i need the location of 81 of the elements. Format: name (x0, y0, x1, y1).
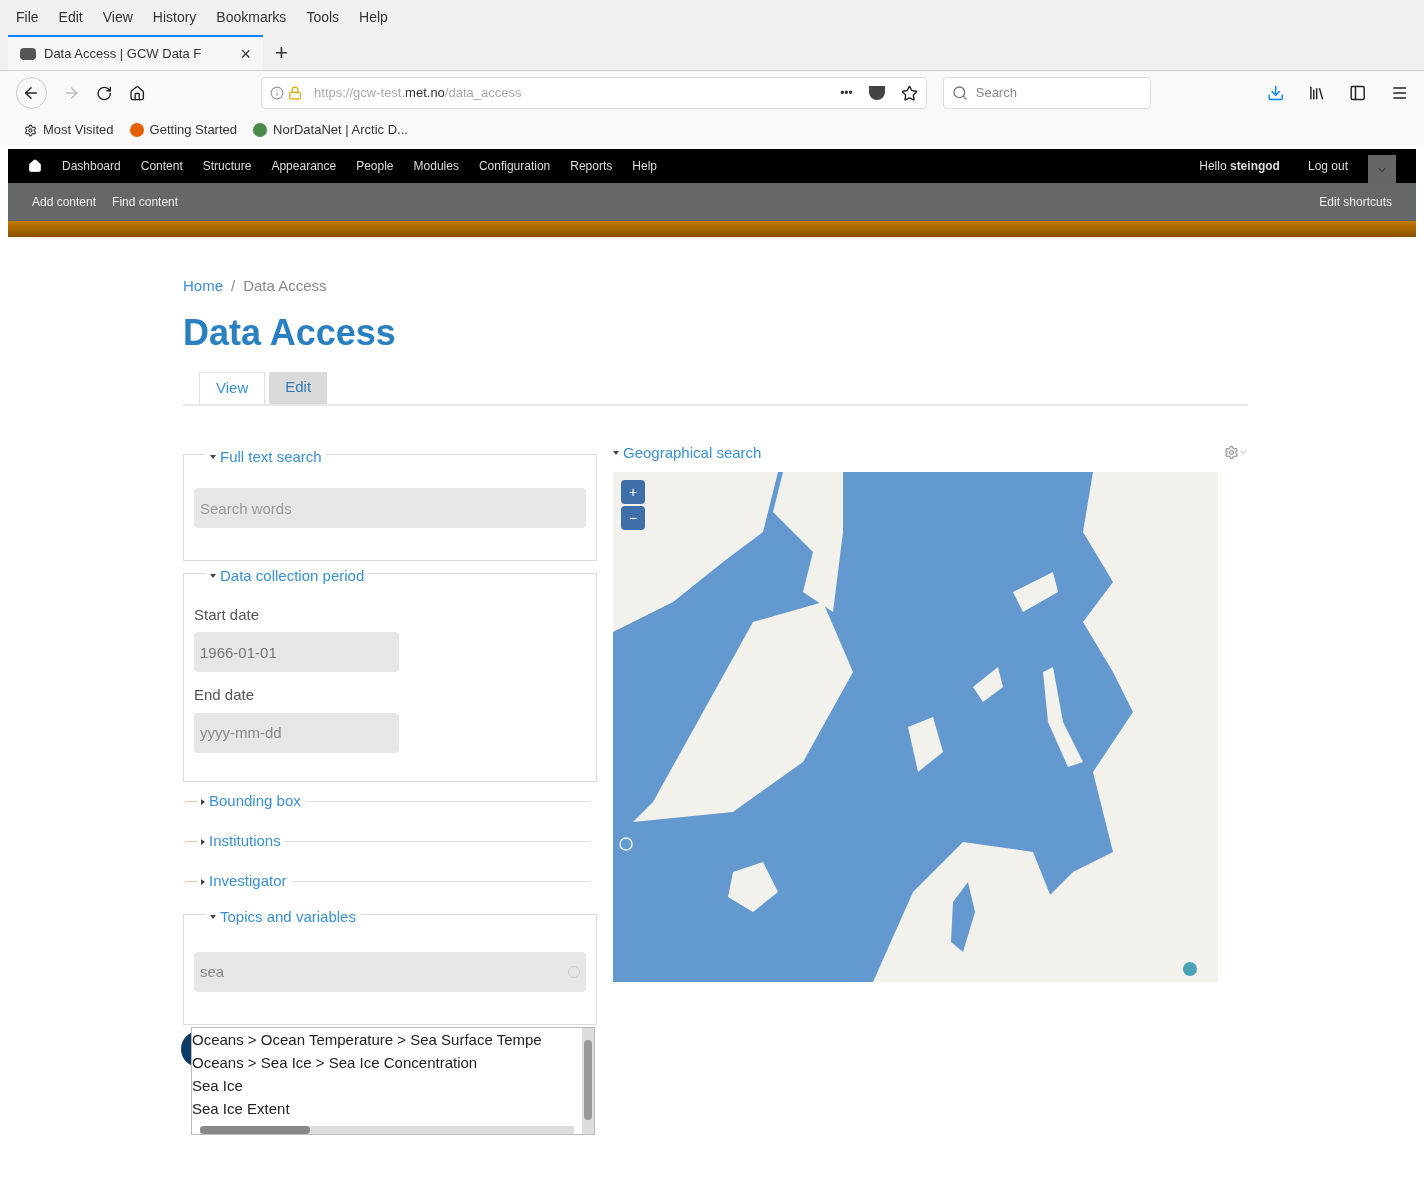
menu-item[interactable]: Edit (58, 7, 83, 28)
topic-listbox[interactable]: Oceans > Ocean Temperature > Sea Surface Tempe Oceans > Sea Ice > Sea Ice Concentration Sea Ice Sea Ice Extent (191, 1027, 595, 1135)
favicon-icon (20, 47, 36, 60)
bookmark-item[interactable]: Most Visited (24, 120, 114, 140)
sidebar-icon[interactable] (1349, 84, 1367, 102)
info-icon (270, 86, 285, 100)
breadcrumb-link[interactable]: Home (183, 275, 223, 298)
tab-title: Data Access | GCW Data F (44, 44, 203, 63)
close-tab-button[interactable]: × (240, 44, 251, 63)
page-title: Data Access (183, 310, 397, 355)
fieldset-toggle[interactable]: Investigator (197, 870, 291, 893)
toolbar-link[interactable]: Content (140, 157, 183, 175)
new-tab-button[interactable]: + (275, 36, 288, 69)
shortcut-link[interactable]: Find content (112, 193, 179, 211)
vertical-scrollbar[interactable] (582, 1028, 594, 1134)
search-input[interactable]: Search (975, 83, 1126, 103)
caret-right-icon (201, 878, 205, 885)
shortcut-link[interactable]: Add content (32, 193, 97, 211)
list-option[interactable]: Sea Ice Extent (192, 1097, 582, 1120)
breadcrumb-text: / (231, 276, 236, 296)
horizontal-scrollbar[interactable] (200, 1126, 574, 1134)
toolbar-link[interactable]: People (356, 157, 394, 175)
page-tab[interactable]: View (199, 371, 266, 404)
fieldset-toggle[interactable]: Institutions (197, 830, 285, 853)
gear-icon (24, 123, 37, 137)
field-label: End date (194, 685, 256, 705)
list-option[interactable]: Oceans > Sea Ice > Sea Ice Concentration (192, 1051, 582, 1074)
lock-icon (288, 86, 303, 100)
zoom-in-button[interactable]: + (621, 480, 645, 504)
menu-item[interactable]: History (152, 7, 197, 28)
field-label: Start date (194, 604, 261, 625)
bookmark-item[interactable]: NorDataNet | Arctic D... (253, 120, 408, 140)
breadcrumb-text: Data Access (243, 276, 327, 296)
list-option[interactable]: Oceans > Ocean Temperature > Sea Surface Tempe (192, 1028, 582, 1051)
home-icon[interactable] (28, 159, 42, 173)
date-field[interactable]: 1966-01-01 (194, 632, 399, 672)
toolbar-link[interactable]: Structure (202, 157, 252, 175)
home-icon[interactable] (128, 84, 146, 102)
toolbar-link[interactable]: Dashboard (62, 157, 121, 175)
list-option[interactable]: Sea Ice (192, 1074, 582, 1097)
greeting-text: Hello steingod (1199, 158, 1280, 175)
menu-item[interactable]: Help (359, 7, 388, 28)
toggle-button[interactable] (1368, 155, 1396, 185)
bookmark-star-icon[interactable] (900, 84, 918, 102)
map-view[interactable]: + − (613, 472, 1218, 982)
caret-right-icon (201, 838, 205, 845)
field-value: sea (200, 961, 225, 982)
toolbar-link[interactable]: Modules (413, 157, 459, 175)
date-field[interactable]: yyyy-mm-dd (194, 712, 399, 753)
address-bar[interactable]: https://gcw-test.met.no/data_access ••• (261, 77, 927, 109)
menu-item[interactable]: Tools (306, 7, 340, 28)
bookmark-item[interactable]: Getting Started (129, 120, 238, 140)
page-actions-text[interactable]: ••• (840, 84, 853, 102)
caret-down-icon (210, 574, 216, 579)
toolbar-link[interactable]: Reports (570, 157, 613, 175)
fieldset-toggle[interactable]: Geographical search (613, 441, 762, 464)
caret-down-icon (210, 454, 216, 459)
menu-icon[interactable] (1390, 84, 1408, 102)
logout-link[interactable]: Log out (1307, 157, 1348, 175)
browser-tab[interactable]: Data Access | GCW Data F × (8, 35, 263, 70)
zoom-out-button[interactable]: − (621, 506, 645, 530)
toolbar-link[interactable]: Appearance (271, 157, 337, 175)
caret-down-icon (210, 914, 216, 919)
search-icon (951, 85, 968, 101)
caret-down-icon (613, 450, 619, 455)
pocket-icon[interactable] (868, 86, 885, 100)
menu-item[interactable]: File (16, 7, 39, 28)
caret-right-icon (201, 798, 205, 805)
fieldset-toggle[interactable]: Bounding box (197, 790, 305, 813)
library-icon[interactable] (1307, 84, 1326, 102)
settings-icon[interactable] (1224, 445, 1248, 461)
edit-shortcuts-link[interactable]: Edit shortcuts (1319, 193, 1392, 211)
toolbar-link[interactable]: Configuration (478, 157, 551, 175)
menu-item[interactable]: View (102, 7, 133, 28)
url-text: https://gcw-test.met.no/data_access (314, 84, 523, 103)
download-icon[interactable] (1266, 84, 1284, 102)
search-field[interactable]: Search words (194, 488, 586, 528)
toolbar-link[interactable]: Help (632, 157, 657, 175)
reload-icon[interactable] (96, 84, 113, 102)
menu-item[interactable]: Bookmarks (216, 7, 287, 28)
search-field[interactable]: Search (942, 77, 1151, 109)
